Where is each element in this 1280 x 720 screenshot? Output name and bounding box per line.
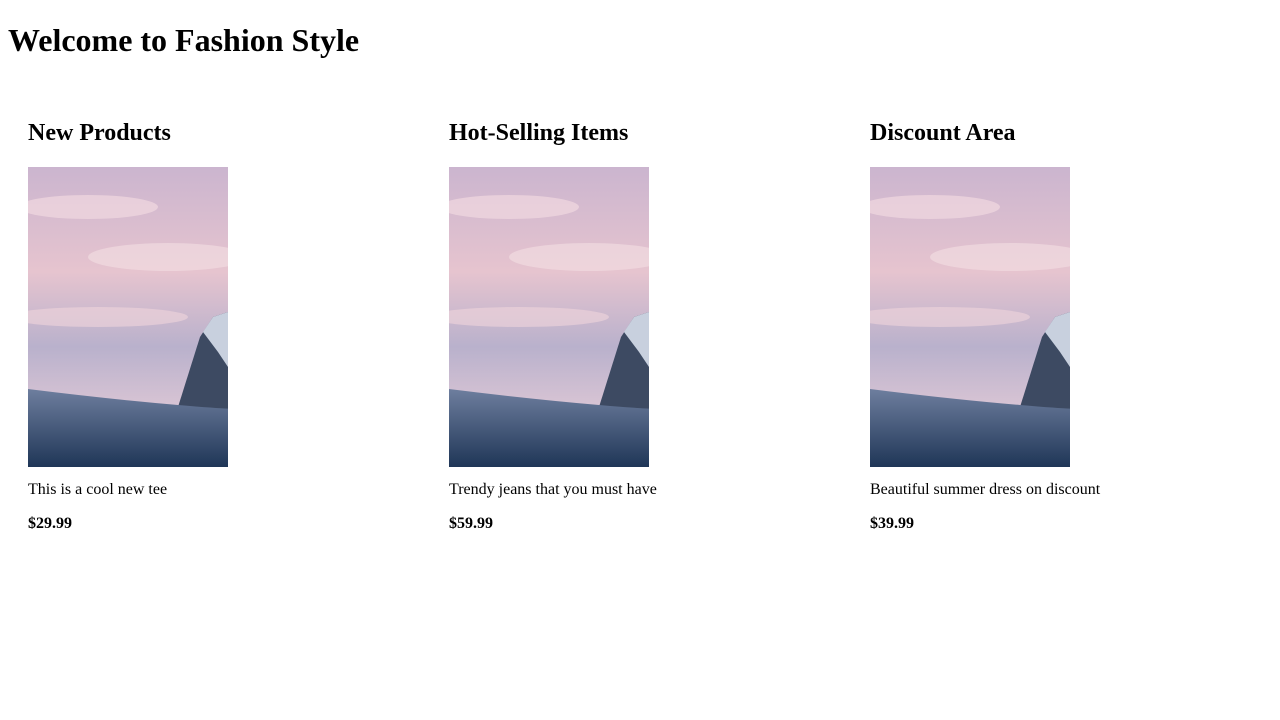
product-description: Beautiful summer dress on discount: [870, 481, 1101, 498]
page-title: Welcome to Fashion Style: [8, 22, 360, 58]
section-heading: Hot-Selling Items: [449, 120, 629, 146]
product-description: This is a cool new tee: [28, 481, 168, 498]
mountain-sunset-photo: [870, 167, 1070, 467]
section-heading: Discount Area: [870, 120, 1016, 146]
section-new-products: New Products This is a cool new tee $29.…: [28, 115, 449, 534]
section-discount-area: Discount Area Beautiful summer dress on …: [870, 115, 1280, 534]
section-heading: New Products: [28, 120, 171, 146]
product-image[interactable]: [870, 167, 1070, 467]
product-image[interactable]: [28, 167, 228, 467]
product-image[interactable]: [449, 167, 649, 467]
section-hot-selling: Hot-Selling Items Trendy jeans that you …: [449, 115, 870, 534]
product-sections: New Products This is a cool new tee $29.…: [28, 115, 1272, 534]
mountain-sunset-photo: [28, 167, 228, 467]
product-price: $59.99: [449, 515, 493, 532]
mountain-sunset-photo: [449, 167, 649, 467]
product-price: $39.99: [870, 515, 914, 532]
product-price: $29.99: [28, 515, 72, 532]
product-description: Trendy jeans that you must have: [449, 481, 657, 498]
